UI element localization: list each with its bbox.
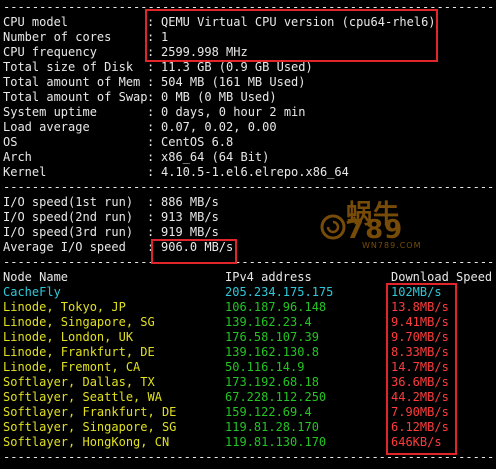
avg-io-highlight-box <box>151 239 237 264</box>
info-key: Load average <box>3 120 90 134</box>
info-colon: : <box>147 150 155 164</box>
info-key: Number of cores <box>3 30 112 44</box>
info-key: CPU frequency <box>3 45 97 59</box>
info-key: Total size of Disk <box>3 60 134 74</box>
info-row-uptime: System uptime : 0 days, 0 hour 2 min <box>3 105 496 120</box>
info-row-mem: Total amount of Mem : 504 MB (161 MB Use… <box>3 75 496 90</box>
node-name: Softlayer, HongKong, CN <box>3 435 170 449</box>
info-value: 0 days, 0 hour 2 min <box>161 105 306 119</box>
io-key: I/O speed(3rd run) <box>3 225 134 239</box>
io-value: 919 MB/s <box>161 225 219 239</box>
node-name: Linode, Frankfurt, DE <box>3 345 155 359</box>
node-ip: 139.162.23.4 <box>225 315 312 329</box>
node-ip: 176.58.107.39 <box>225 330 319 344</box>
info-value: x86_64 (64 Bit) <box>161 150 270 164</box>
info-colon: : <box>147 90 155 104</box>
info-row-os: OS : CentOS 6.8 <box>3 135 496 150</box>
io-row-run3: I/O speed(3rd run) : 919 MB/s <box>3 225 496 240</box>
download-speed-highlight-box <box>386 283 457 455</box>
info-key: CPU model <box>3 15 69 29</box>
io-row-run2: I/O speed(2nd run) : 913 MB/s <box>3 210 496 225</box>
cpu-highlight-box <box>145 9 438 62</box>
info-colon: : <box>147 75 155 89</box>
node-ip: 139.162.130.8 <box>225 345 319 359</box>
info-key: Total amount of Mem <box>3 75 141 89</box>
info-value: CentOS 6.8 <box>161 135 234 149</box>
io-value: 886 MB/s <box>161 195 219 209</box>
node-name: Linode, Singapore, SG <box>3 315 155 329</box>
info-colon: : <box>147 165 155 179</box>
info-colon: : <box>147 60 155 74</box>
info-key: OS <box>3 135 18 149</box>
node-name: Softlayer, Seattle, WA <box>3 390 162 404</box>
info-row-swap: Total amount of Swap : 0 MB (0 MB Used) <box>3 90 496 105</box>
io-key: I/O speed(2nd run) <box>3 210 134 224</box>
info-row-load: Load average : 0.07, 0.02, 0.00 <box>3 120 496 135</box>
node-ip: 106.187.96.148 <box>225 300 327 314</box>
node-ip: 119.81.130.170 <box>225 435 327 449</box>
io-value: 913 MB/s <box>161 210 219 224</box>
info-key: Total amount of Swap <box>3 90 148 104</box>
node-ip: 67.228.112.250 <box>225 390 327 404</box>
header-ipv4: IPv4 address <box>225 270 312 284</box>
info-row-arch: Arch : x86_64 (64 Bit) <box>3 150 496 165</box>
info-value: 0.07, 0.02, 0.00 <box>161 120 277 134</box>
separator-line: ----------------------------------------… <box>3 255 496 269</box>
info-value: 504 MB (161 MB Used) <box>161 75 306 89</box>
info-colon: : <box>147 105 155 119</box>
node-name: CacheFly <box>3 285 61 299</box>
io-key: Average I/O speed <box>3 240 126 254</box>
io-colon: : <box>147 195 155 209</box>
info-row-disk: Total size of Disk : 11.3 GB (0.9 GB Use… <box>3 60 496 75</box>
node-name: Linode, London, UK <box>3 330 134 344</box>
node-name: Softlayer, Frankfurt, DE <box>3 405 177 419</box>
info-key: Kernel <box>3 165 47 179</box>
info-row-kernel: Kernel : 4.10.5-1.el6.elrepo.x86_64 <box>3 165 496 180</box>
info-key: Arch <box>3 150 32 164</box>
io-key: I/O speed(1st run) <box>3 195 134 209</box>
io-colon: : <box>147 210 155 224</box>
node-ip: 159.122.69.4 <box>225 405 312 419</box>
header-node-name: Node Name <box>3 270 69 284</box>
info-value: 0 MB (0 MB Used) <box>161 90 277 104</box>
info-value: 11.3 GB (0.9 GB Used) <box>161 60 313 74</box>
info-key: System uptime <box>3 105 97 119</box>
node-ip: 50.116.14.9 <box>225 360 305 374</box>
io-row-run1: I/O speed(1st run) : 886 MB/s <box>3 195 496 210</box>
node-name: Linode, Fremont, CA <box>3 360 141 374</box>
io-row-average: Average I/O speed : 906.0 MB/s <box>3 240 496 255</box>
node-name: Linode, Tokyo, JP <box>3 300 126 314</box>
node-ip: 119.81.28.170 <box>225 420 319 434</box>
node-name: Softlayer, Dallas, TX <box>3 375 155 389</box>
io-colon: : <box>147 225 155 239</box>
info-value: 4.10.5-1.el6.elrepo.x86_64 <box>161 165 349 179</box>
info-colon: : <box>147 120 155 134</box>
node-ip: 173.192.68.18 <box>225 375 319 389</box>
info-colon: : <box>147 135 155 149</box>
node-name: Softlayer, Singapore, SG <box>3 420 177 434</box>
separator-line: ----------------------------------------… <box>3 180 496 194</box>
node-ip: 205.234.175.175 <box>225 285 334 299</box>
